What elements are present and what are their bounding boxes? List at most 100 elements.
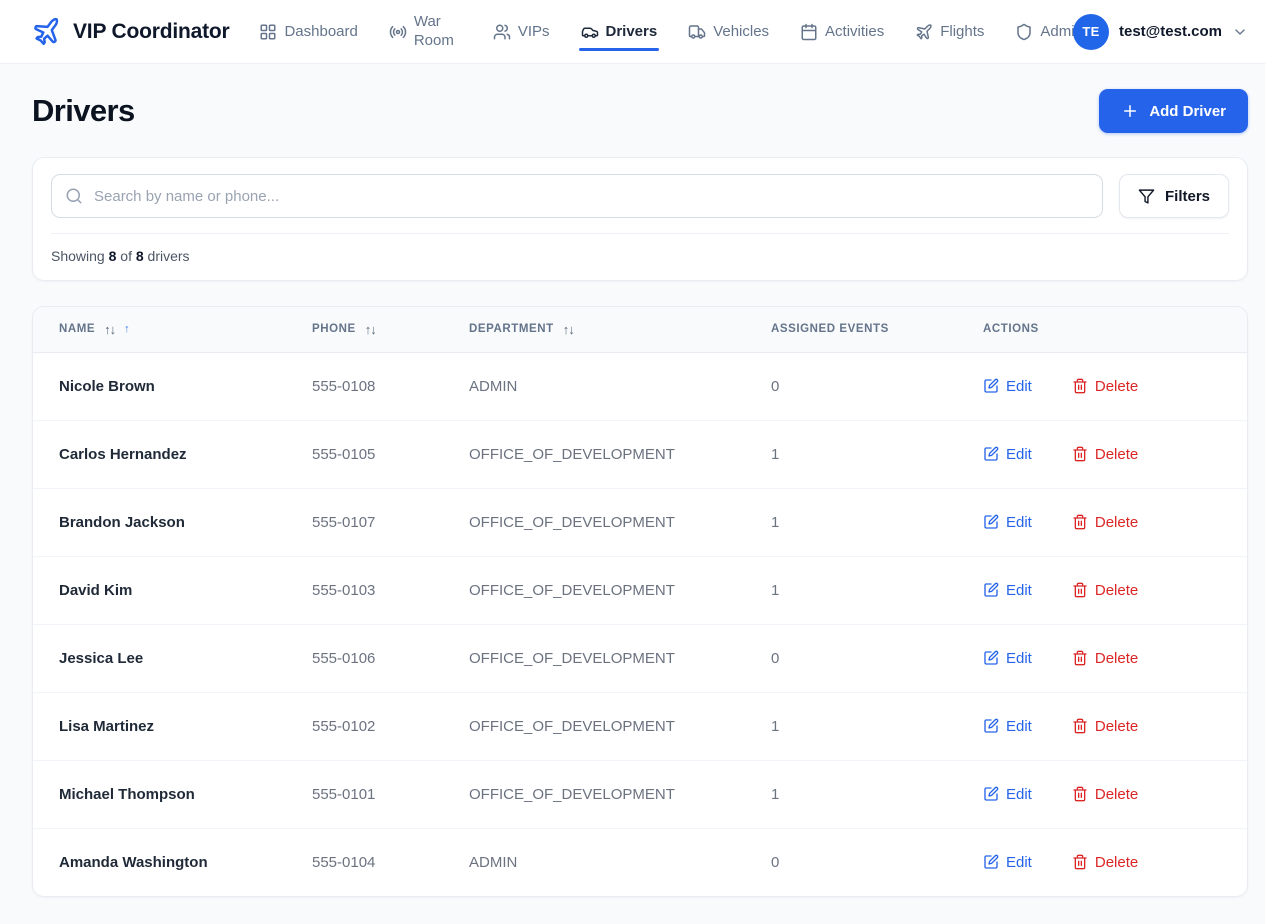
nav-item-dashboard[interactable]: Dashboard	[259, 0, 357, 64]
table-row: Carlos Hernandez555-0105OFFICE_OF_DEVELO…	[33, 420, 1247, 488]
edit-button[interactable]: Edit	[983, 378, 1032, 395]
sort-icon[interactable]: ↑↓	[365, 322, 376, 337]
driver-department: OFFICE_OF_DEVELOPMENT	[469, 488, 771, 556]
nav-item-label: Dashboard	[284, 23, 357, 40]
driver-name: Carlos Hernandez	[33, 420, 312, 488]
delete-label: Delete	[1095, 582, 1138, 599]
trash-icon	[1072, 650, 1088, 666]
column-header-name[interactable]: NAME↑↓↑	[33, 307, 312, 352]
edit-icon	[983, 854, 999, 870]
nav-item-war-room[interactable]: War Room	[389, 0, 462, 64]
trash-icon	[1072, 514, 1088, 530]
column-header-department[interactable]: DEPARTMENT ↑↓	[469, 307, 771, 352]
drivers-page: Drivers Add Driver Filters Showing 8 of …	[0, 89, 1265, 897]
edit-button[interactable]: Edit	[983, 854, 1032, 871]
column-header-phone[interactable]: PHONE ↑↓	[312, 307, 469, 352]
trash-icon	[1072, 718, 1088, 734]
trash-icon	[1072, 378, 1088, 394]
table-row: Nicole Brown555-0108ADMIN0EditDelete	[33, 352, 1247, 420]
filters-button[interactable]: Filters	[1119, 174, 1229, 218]
delete-button[interactable]: Delete	[1072, 718, 1138, 735]
add-driver-button[interactable]: Add Driver	[1099, 89, 1248, 133]
column-label: DEPARTMENT	[469, 323, 554, 335]
calendar-icon	[800, 23, 818, 41]
driver-assigned-events: 1	[771, 488, 983, 556]
delete-button[interactable]: Delete	[1072, 650, 1138, 667]
main-nav: Dashboard War Room VIPs Drivers Vehicles Acti…	[259, 0, 1083, 64]
delete-label: Delete	[1095, 650, 1138, 667]
trash-icon	[1072, 786, 1088, 802]
edit-label: Edit	[1006, 650, 1032, 667]
edit-button[interactable]: Edit	[983, 514, 1032, 531]
grid-icon	[259, 23, 277, 41]
driver-phone: 555-0103	[312, 556, 469, 624]
edit-label: Edit	[1006, 786, 1032, 803]
driver-name: Amanda Washington	[33, 828, 312, 896]
edit-icon	[983, 582, 999, 598]
delete-button[interactable]: Delete	[1072, 446, 1138, 463]
edit-button[interactable]: Edit	[983, 650, 1032, 667]
summary-middle: of	[120, 248, 132, 264]
column-header-actions: ACTIONS	[983, 307, 1247, 352]
divider	[51, 233, 1229, 234]
edit-button[interactable]: Edit	[983, 582, 1032, 599]
delete-label: Delete	[1095, 718, 1138, 735]
trash-icon	[1072, 582, 1088, 598]
edit-icon	[983, 786, 999, 802]
search-card: Filters Showing 8 of 8 drivers	[32, 157, 1248, 281]
table-row: Lisa Martinez555-0102OFFICE_OF_DEVELOPME…	[33, 692, 1247, 760]
edit-icon	[983, 514, 999, 530]
plus-icon	[1121, 102, 1139, 120]
user-menu[interactable]: TE test@test.com	[1073, 14, 1248, 50]
nav-item-label: Drivers	[606, 23, 658, 40]
search-row: Filters	[51, 174, 1229, 218]
trash-icon	[1072, 854, 1088, 870]
driver-assigned-events: 1	[771, 692, 983, 760]
edit-icon	[983, 446, 999, 462]
sort-icon[interactable]: ↑↓	[104, 322, 115, 337]
driver-assigned-events: 1	[771, 556, 983, 624]
driver-actions-cell: Edit Delete	[983, 692, 1247, 760]
summary-prefix: Showing	[51, 248, 105, 264]
column-label: PHONE	[312, 323, 356, 335]
driver-assigned-events: 1	[771, 420, 983, 488]
driver-assigned-events: 0	[771, 828, 983, 896]
driver-name: David Kim	[33, 556, 312, 624]
sort-icon[interactable]: ↑↓	[563, 322, 574, 337]
search-input[interactable]	[51, 174, 1103, 218]
driver-phone: 555-0105	[312, 420, 469, 488]
edit-button[interactable]: Edit	[983, 446, 1032, 463]
nav-item-drivers[interactable]: Drivers	[581, 0, 658, 64]
nav-item-vehicles[interactable]: Vehicles	[688, 0, 769, 64]
driver-actions-cell: Edit Delete	[983, 624, 1247, 692]
table-row: Brandon Jackson555-0107OFFICE_OF_DEVELOP…	[33, 488, 1247, 556]
driver-actions-cell: Edit Delete	[983, 760, 1247, 828]
delete-label: Delete	[1095, 378, 1138, 395]
add-driver-label: Add Driver	[1149, 103, 1226, 120]
shield-icon	[1015, 23, 1033, 41]
nav-item-activities[interactable]: Activities	[800, 0, 884, 64]
nav-item-vips[interactable]: VIPs	[493, 0, 550, 64]
delete-button[interactable]: Delete	[1072, 378, 1138, 395]
nav-item-flights[interactable]: Flights	[915, 0, 984, 64]
chevron-down-icon[interactable]	[1232, 24, 1248, 40]
driver-phone: 555-0106	[312, 624, 469, 692]
delete-button[interactable]: Delete	[1072, 854, 1138, 871]
summary-shown-count: 8	[109, 248, 117, 264]
driver-actions-cell: Edit Delete	[983, 556, 1247, 624]
edit-button[interactable]: Edit	[983, 786, 1032, 803]
summary-total-count: 8	[136, 248, 144, 264]
table-row: Amanda Washington555-0104ADMIN0EditDelet…	[33, 828, 1247, 896]
edit-label: Edit	[1006, 514, 1032, 531]
delete-button[interactable]: Delete	[1072, 514, 1138, 531]
brand[interactable]: VIP Coordinator	[32, 17, 229, 47]
delete-button[interactable]: Delete	[1072, 786, 1138, 803]
edit-label: Edit	[1006, 446, 1032, 463]
radio-icon	[389, 23, 407, 41]
delete-button[interactable]: Delete	[1072, 582, 1138, 599]
table-row: Michael Thompson555-0101OFFICE_OF_DEVELO…	[33, 760, 1247, 828]
logo-plane-icon	[30, 15, 64, 49]
edit-button[interactable]: Edit	[983, 718, 1032, 735]
delete-label: Delete	[1095, 854, 1138, 871]
avatar[interactable]: TE	[1073, 14, 1109, 50]
